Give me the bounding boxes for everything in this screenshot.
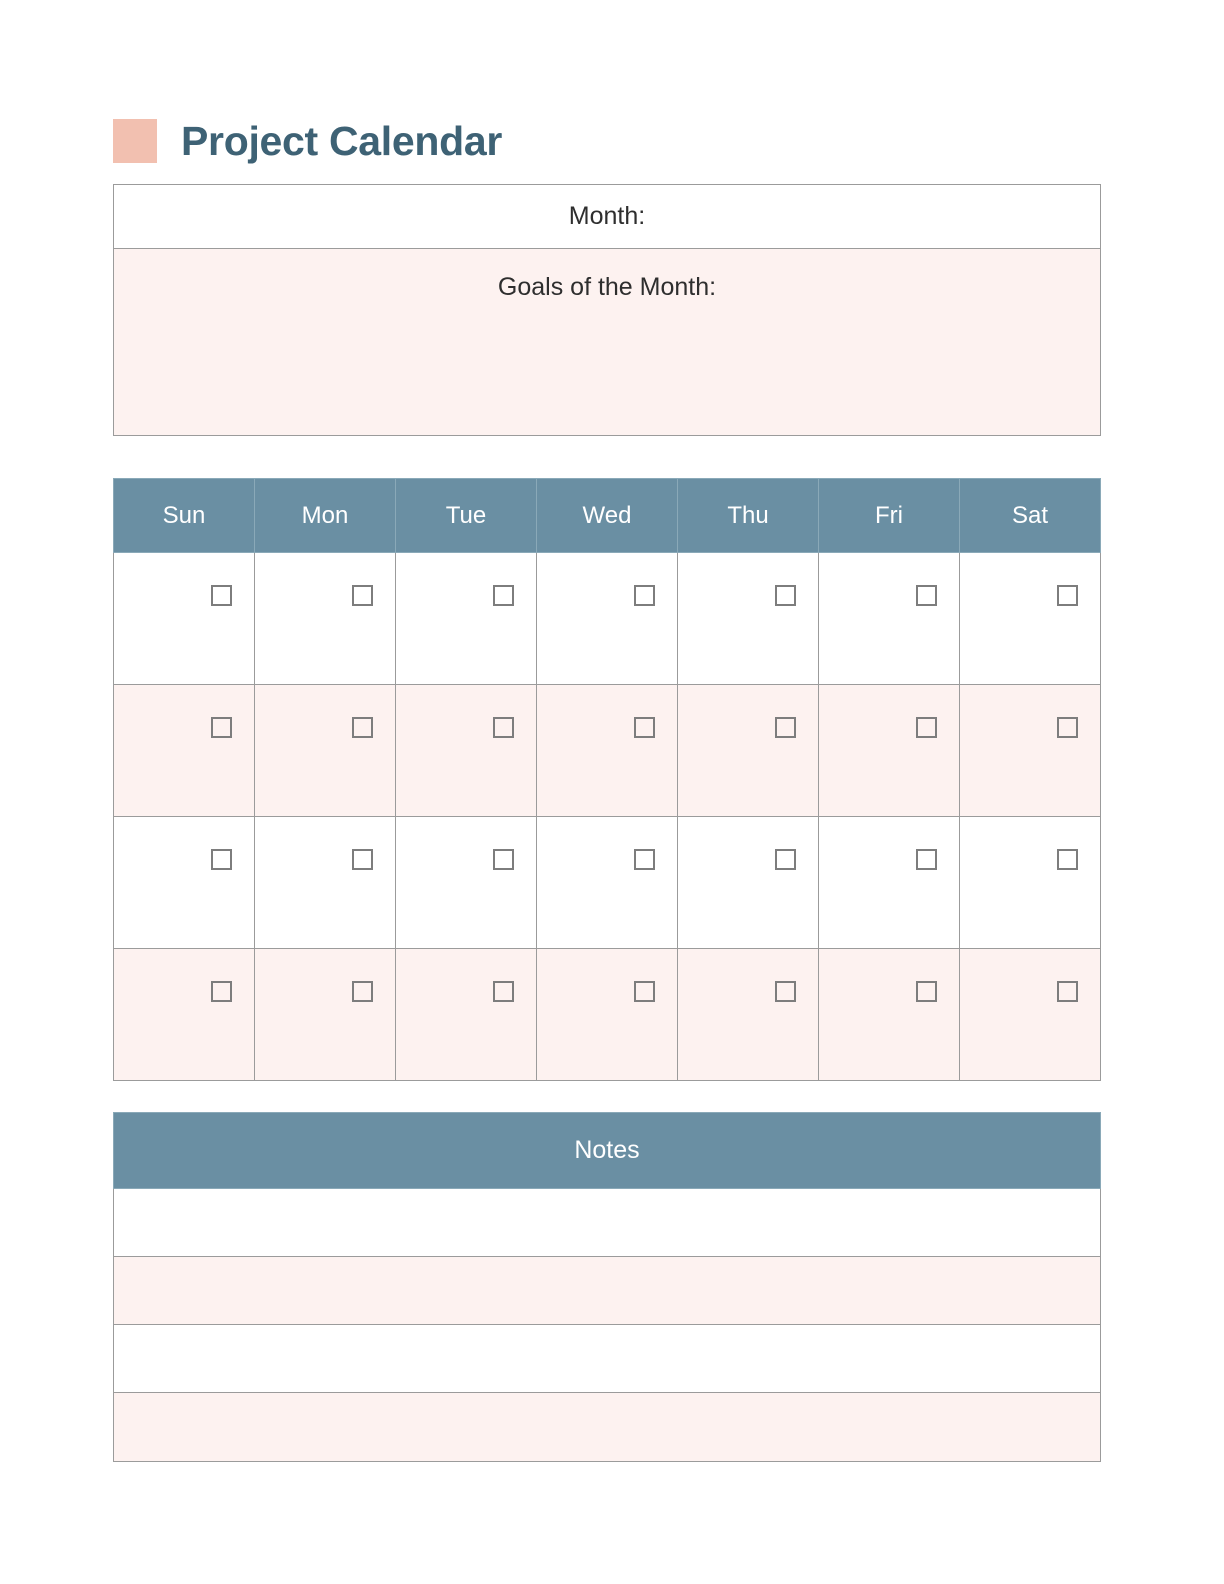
calendar-day-cell[interactable] [113, 948, 255, 1081]
calendar-week-row [113, 684, 1101, 817]
day-checkbox[interactable] [493, 717, 514, 738]
day-checkbox[interactable] [634, 849, 655, 870]
day-checkbox[interactable] [352, 717, 373, 738]
day-checkbox[interactable] [1057, 849, 1078, 870]
day-checkbox[interactable] [493, 981, 514, 1002]
month-label: Month: [568, 202, 646, 230]
calendar-day-cell[interactable] [959, 948, 1101, 1081]
page-title: Project Calendar [181, 117, 503, 164]
calendar-day-cell[interactable] [959, 552, 1101, 685]
day-checkbox[interactable] [211, 717, 232, 738]
day-checkbox[interactable] [493, 585, 514, 606]
calendar-day-cell[interactable] [395, 684, 537, 817]
notes-block: Notes [113, 1112, 1101, 1462]
calendar-day-cell[interactable] [959, 816, 1101, 949]
day-header-row: Sun Mon Tue Wed Thu Fri Sat [113, 478, 1101, 553]
day-header-tue: Tue [395, 478, 537, 553]
notes-line[interactable] [114, 1257, 1100, 1325]
day-checkbox[interactable] [352, 849, 373, 870]
day-header-fri: Fri [818, 478, 960, 553]
notes-line[interactable] [114, 1325, 1100, 1393]
calendar-day-cell[interactable] [818, 948, 960, 1081]
calendar-day-cell[interactable] [395, 816, 537, 949]
day-checkbox[interactable] [916, 981, 937, 1002]
day-header-mon: Mon [254, 478, 396, 553]
calendar-day-cell[interactable] [113, 816, 255, 949]
calendar-day-cell[interactable] [536, 948, 678, 1081]
day-header-thu: Thu [677, 478, 819, 553]
calendar-header: Sun Mon Tue Wed Thu Fri Sat [113, 478, 1101, 553]
calendar-day-cell[interactable] [254, 948, 396, 1081]
calendar-day-cell[interactable] [113, 684, 255, 817]
calendar-day-cell[interactable] [254, 816, 396, 949]
notes-header: Notes [113, 1112, 1101, 1189]
goals-field-row[interactable]: Goals of the Month: [114, 249, 1100, 435]
day-checkbox[interactable] [775, 849, 796, 870]
calendar-day-cell[interactable] [536, 552, 678, 685]
day-checkbox[interactable] [634, 585, 655, 606]
day-checkbox[interactable] [634, 981, 655, 1002]
calendar-day-cell[interactable] [395, 552, 537, 685]
day-checkbox[interactable] [493, 849, 514, 870]
month-goals-block: Month: Goals of the Month: [113, 184, 1101, 436]
day-checkbox[interactable] [634, 717, 655, 738]
month-field-row[interactable]: Month: [114, 185, 1100, 249]
calendar-day-cell[interactable] [959, 684, 1101, 817]
calendar-week-row [113, 552, 1101, 685]
calendar-grid: Sun Mon Tue Wed Thu Fri Sat [113, 478, 1101, 1081]
calendar-day-cell[interactable] [818, 684, 960, 817]
calendar-day-cell[interactable] [536, 816, 678, 949]
calendar-day-cell[interactable] [677, 684, 819, 817]
day-checkbox[interactable] [211, 585, 232, 606]
calendar-day-cell[interactable] [254, 684, 396, 817]
day-checkbox[interactable] [916, 717, 937, 738]
calendar-day-cell[interactable] [818, 552, 960, 685]
day-checkbox[interactable] [1057, 981, 1078, 1002]
page-title-row: Project Calendar [113, 110, 502, 172]
notes-line[interactable] [114, 1393, 1100, 1461]
calendar-day-cell[interactable] [677, 816, 819, 949]
day-header-sun: Sun [113, 478, 255, 553]
day-header-sat: Sat [959, 478, 1101, 553]
calendar-day-cell[interactable] [254, 552, 396, 685]
day-checkbox[interactable] [775, 585, 796, 606]
notes-lines [113, 1189, 1101, 1462]
day-checkbox[interactable] [1057, 717, 1078, 738]
notes-header-label: Notes [574, 1136, 640, 1164]
day-header-wed: Wed [536, 478, 678, 553]
calendar-day-cell[interactable] [677, 552, 819, 685]
day-checkbox[interactable] [775, 981, 796, 1002]
title-accent-square [113, 119, 157, 163]
day-checkbox[interactable] [1057, 585, 1078, 606]
day-checkbox[interactable] [775, 717, 796, 738]
calendar-day-cell[interactable] [113, 552, 255, 685]
calendar-body [113, 552, 1101, 1081]
calendar-day-cell[interactable] [395, 948, 537, 1081]
day-checkbox[interactable] [211, 981, 232, 1002]
calendar-week-row [113, 816, 1101, 949]
day-checkbox[interactable] [352, 585, 373, 606]
day-checkbox[interactable] [916, 585, 937, 606]
project-calendar-page: Project Calendar Month: Goals of the Mon… [0, 0, 1224, 1584]
day-checkbox[interactable] [916, 849, 937, 870]
day-checkbox[interactable] [352, 981, 373, 1002]
calendar-day-cell[interactable] [677, 948, 819, 1081]
notes-line[interactable] [114, 1189, 1100, 1257]
calendar-day-cell[interactable] [536, 684, 678, 817]
calendar-day-cell[interactable] [818, 816, 960, 949]
calendar-week-row [113, 948, 1101, 1081]
day-checkbox[interactable] [211, 849, 232, 870]
goals-label: Goals of the Month: [497, 273, 717, 301]
